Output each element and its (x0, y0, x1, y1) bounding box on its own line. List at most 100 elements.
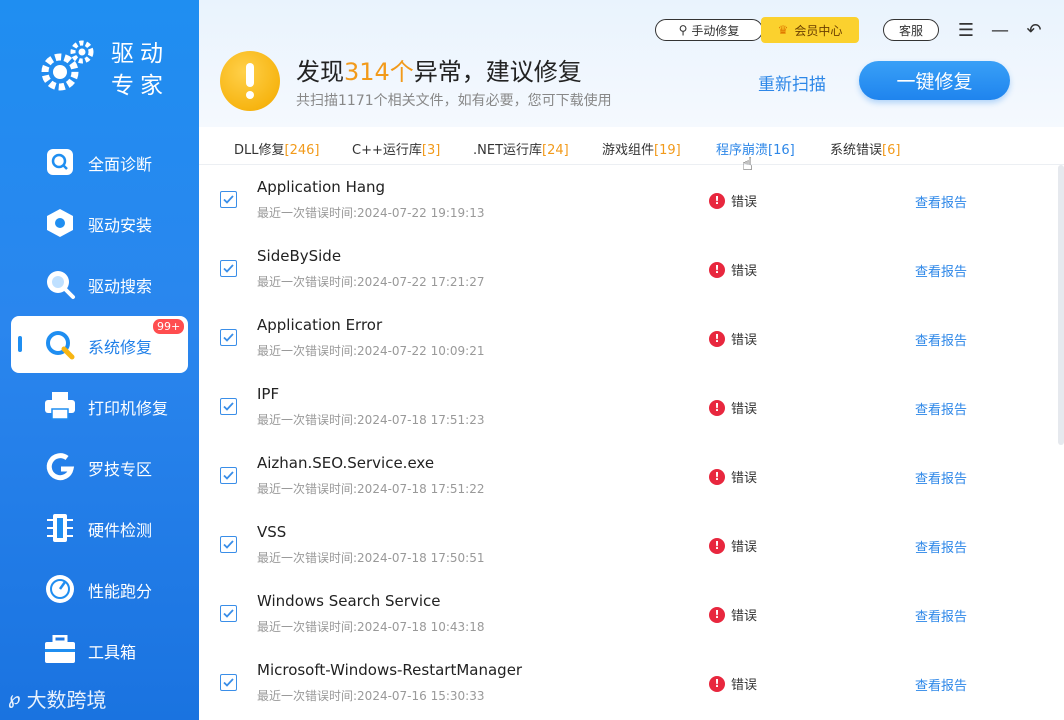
status-label: 错误 (731, 195, 758, 210)
row-checkbox[interactable] (220, 674, 237, 691)
error-time: 最近一次错误时间:2024-07-22 10:09:21 (257, 344, 485, 358)
sidebar-item-label: 全面诊断 (88, 155, 153, 174)
error-icon: ! (709, 399, 725, 416)
error-name: VSS (257, 523, 287, 541)
error-name: SideBySide (257, 247, 342, 265)
one-key-repair-button[interactable]: 一键修复 (859, 61, 1010, 100)
view-report-link[interactable]: 查看报告 (915, 468, 967, 487)
category-tabs: DLL修复[246] C++运行库[3] .NET运行库[24] 游戏组件[19… (199, 127, 1064, 165)
list-item: Aizhan.SEO.Service.exe 最近一次错误时间:2024-07-… (199, 441, 1057, 510)
sidebar-item-label: 驱动搜索 (88, 277, 153, 296)
status-label: 错误 (731, 333, 758, 348)
row-checkbox[interactable] (220, 536, 237, 553)
error-time: 最近一次错误时间:2024-07-18 17:51:22 (257, 482, 485, 496)
error-time: 最近一次错误时间:2024-07-18 10:43:18 (257, 620, 485, 634)
row-checkbox[interactable] (220, 398, 237, 415)
list-item: SideBySide 最近一次错误时间:2024-07-22 17:21:27 … (199, 234, 1057, 303)
sidebar-item-driver-search[interactable]: 驱动搜索 (0, 253, 199, 314)
notification-badge: 99+ (152, 318, 186, 335)
sidebar-item-full-diagnosis[interactable]: 全面诊断 (0, 131, 199, 192)
rescan-link[interactable]: 重新扫描 (758, 70, 826, 95)
status-badge: ! 错误 (709, 605, 757, 624)
row-checkbox[interactable] (220, 605, 237, 622)
sidebar-item-system-repair[interactable]: 系统修复 99+ (0, 314, 199, 375)
tab-label: 系统错误 (830, 143, 883, 158)
row-checkbox[interactable] (220, 467, 237, 484)
status-badge: ! 错误 (709, 536, 757, 555)
view-report-link[interactable]: 查看报告 (915, 675, 967, 694)
toolbox-icon (43, 633, 77, 667)
checkmark-icon (223, 540, 234, 549)
status-badge: ! 错误 (709, 467, 757, 486)
warning-icon (220, 51, 280, 111)
menu-icon[interactable]: ☰ (954, 18, 978, 42)
page-title: 发现314个异常，建议修复 (296, 52, 582, 87)
status-badge: ! 错误 (709, 329, 757, 348)
driver-install-icon (43, 206, 77, 240)
scrollbar[interactable] (1058, 165, 1064, 445)
tab-program-crash[interactable]: 程序崩溃[16] (716, 139, 795, 158)
logitech-icon (43, 450, 77, 484)
tab-dll[interactable]: DLL修复[246] (234, 139, 319, 158)
manual-repair-label: 手动修复 (691, 23, 740, 38)
error-icon: ! (709, 192, 725, 209)
title-prefix: 发现 (296, 58, 344, 86)
tab-count: [19] (654, 143, 681, 158)
row-checkbox[interactable] (220, 260, 237, 277)
error-name: Aizhan.SEO.Service.exe (257, 454, 435, 472)
checkmark-icon (223, 678, 234, 687)
error-name: Application Error (257, 316, 383, 334)
row-checkbox[interactable] (220, 329, 237, 346)
search-icon: ⚲ (678, 23, 688, 37)
sidebar-item-hardware-check[interactable]: 硬件检测 (0, 497, 199, 558)
tab-cpp-runtime[interactable]: C++运行库[3] (352, 139, 440, 158)
vip-center-button[interactable]: ♛ 会员中心 (761, 17, 859, 43)
tab-dotnet-runtime[interactable]: .NET运行库[24] (473, 139, 569, 158)
tab-count: [246] (284, 143, 320, 158)
sidebar: 驱动 专家 全面诊断 驱动安装 驱动搜索 系统修复 99+ 打印机修复 罗技专区… (0, 0, 199, 720)
sidebar-item-label: 打印机修复 (88, 399, 169, 418)
sidebar-item-label: 驱动安装 (88, 216, 153, 235)
customer-service-label: 客服 (898, 23, 923, 38)
sidebar-item-benchmark[interactable]: 性能跑分 (0, 558, 199, 619)
view-report-link[interactable]: 查看报告 (915, 192, 967, 211)
tab-count: [16] (768, 143, 795, 158)
status-badge: ! 错误 (709, 674, 757, 693)
anomaly-count: 314个 (344, 58, 414, 86)
status-label: 错误 (731, 402, 758, 417)
status-label: 错误 (731, 540, 758, 555)
logo-line-1: 驱动 (111, 41, 169, 67)
tab-system-errors[interactable]: 系统错误[6] (830, 139, 900, 158)
customer-service-button[interactable]: 客服 (883, 19, 939, 41)
view-report-link[interactable]: 查看报告 (915, 330, 967, 349)
tab-game-components[interactable]: 游戏组件[19] (602, 139, 681, 158)
vip-center-label: 会员中心 (794, 23, 843, 38)
scan-summary: 共扫描1171个相关文件，如有必要，您可下载使用 (296, 93, 612, 109)
error-icon: ! (709, 537, 725, 554)
row-checkbox[interactable] (220, 191, 237, 208)
logo-line-2: 专家 (111, 73, 169, 99)
error-time: 最近一次错误时间:2024-07-22 17:21:27 (257, 275, 485, 289)
sidebar-item-logitech[interactable]: 罗技专区 (0, 436, 199, 497)
error-list: Application Hang 最近一次错误时间:2024-07-22 19:… (199, 165, 1057, 720)
error-time: 最近一次错误时间:2024-07-18 17:51:23 (257, 413, 485, 427)
back-icon[interactable]: ↶ (1022, 18, 1046, 42)
checkmark-icon (223, 195, 234, 204)
list-item: Microsoft-Windows-RestartManager 最近一次错误时… (199, 648, 1057, 717)
view-report-link[interactable]: 查看报告 (915, 537, 967, 556)
tab-count: [6] (882, 143, 901, 158)
crown-icon: ♛ (777, 23, 789, 37)
error-time: 最近一次错误时间:2024-07-22 19:19:13 (257, 206, 485, 220)
header: ⚲ 手动修复 ♛ 会员中心 客服 ☰ — ↶ 发现314个异常，建议修复 共扫描… (199, 0, 1064, 127)
error-icon: ! (709, 468, 725, 485)
sidebar-item-toolbox[interactable]: 工具箱 (0, 619, 199, 680)
sidebar-item-printer-repair[interactable]: 打印机修复 (0, 375, 199, 436)
checkmark-icon (223, 471, 234, 480)
view-report-link[interactable]: 查看报告 (915, 606, 967, 625)
view-report-link[interactable]: 查看报告 (915, 399, 967, 418)
sidebar-item-driver-install[interactable]: 驱动安装 (0, 192, 199, 253)
list-item: Windows Search Service 最近一次错误时间:2024-07-… (199, 579, 1057, 648)
minimize-icon[interactable]: — (988, 18, 1012, 42)
view-report-link[interactable]: 查看报告 (915, 261, 967, 280)
manual-repair-button[interactable]: ⚲ 手动修复 (655, 19, 763, 41)
